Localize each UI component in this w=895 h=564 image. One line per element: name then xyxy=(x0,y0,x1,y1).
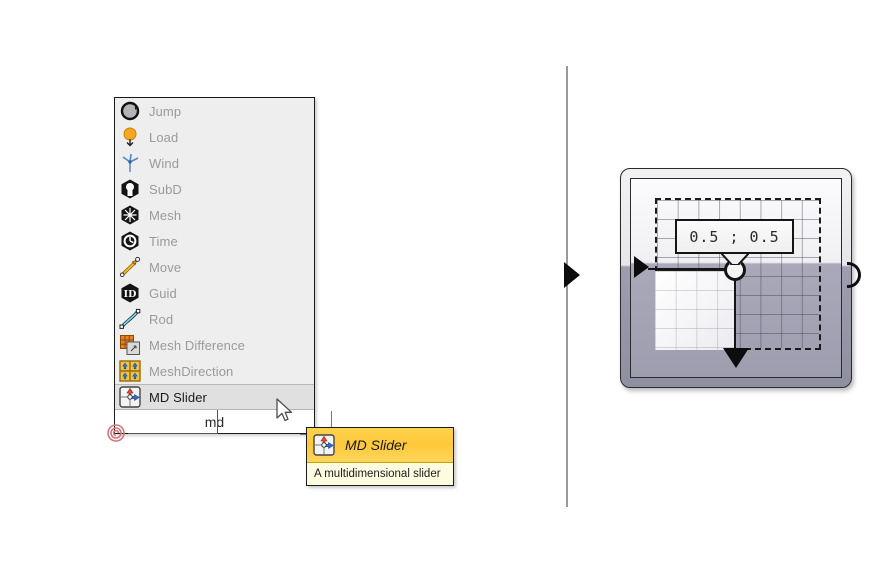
component-search-popup[interactable]: Jump Load Wind SubD Mesh Time Move ID Gu… xyxy=(114,97,315,410)
tooltip-title: MD Slider xyxy=(345,437,407,453)
component-tooltip: MD Slider A multidimensional slider xyxy=(306,427,454,486)
tooltip-header: MD Slider xyxy=(307,428,453,463)
list-item-label: Mesh Difference xyxy=(149,337,245,353)
spiral-icon xyxy=(103,420,129,446)
mesh-difference-icon xyxy=(119,334,141,356)
list-item-label: Wind xyxy=(149,155,180,171)
load-icon xyxy=(119,126,141,148)
list-item-label: MD Slider xyxy=(149,389,207,405)
slider-handle-bottom-arrow-icon[interactable] xyxy=(723,348,749,368)
slider-value-grid xyxy=(655,271,734,350)
list-item-label: Load xyxy=(149,129,179,145)
list-item[interactable]: Load xyxy=(115,124,314,150)
output-connector-icon[interactable] xyxy=(847,262,861,288)
search-input-value: md xyxy=(204,413,225,430)
wind-icon xyxy=(119,152,141,174)
list-item-label: Move xyxy=(149,259,182,275)
svg-text:ID: ID xyxy=(124,289,137,300)
md-slider-icon xyxy=(313,434,335,456)
canvas-wire-stub-vertical xyxy=(217,410,218,434)
list-item[interactable]: Rod xyxy=(115,306,314,332)
tooltip-leader-line xyxy=(331,411,332,428)
move-icon xyxy=(119,256,141,278)
list-item[interactable]: Mesh Difference xyxy=(115,332,314,358)
tooltip-body: A multidimensional slider xyxy=(307,463,453,485)
slider-value-label: 0.5 ; 0.5 xyxy=(689,227,780,246)
list-item-label: Time xyxy=(149,233,178,249)
slider-handle-horizontal-line xyxy=(648,268,736,270)
time-icon xyxy=(119,230,141,252)
list-item-label: Jump xyxy=(149,103,182,119)
list-item[interactable]: SubD xyxy=(115,176,314,202)
tooltip-description: A multidimensional slider xyxy=(314,468,441,480)
jump-icon xyxy=(119,100,141,122)
list-item[interactable]: Move xyxy=(115,254,314,280)
input-connector-arrow-icon[interactable] xyxy=(634,256,649,278)
wire-direction-arrow-icon xyxy=(564,262,580,288)
md-slider-component[interactable]: 0.5 ; 0.5 xyxy=(620,168,852,388)
search-input[interactable]: md xyxy=(114,410,315,434)
list-item-md-slider[interactable]: MD Slider xyxy=(115,384,314,410)
list-item[interactable]: Jump xyxy=(115,98,314,124)
mesh-direction-icon xyxy=(119,360,141,382)
slider-value-bubble[interactable]: 0.5 ; 0.5 xyxy=(675,219,794,254)
list-item-label: Mesh xyxy=(149,207,182,223)
md-slider-icon xyxy=(119,386,141,408)
list-item[interactable]: ID Guid xyxy=(115,280,314,306)
slider-value-region xyxy=(655,269,736,350)
list-item[interactable]: Mesh xyxy=(115,202,314,228)
list-item[interactable]: Wind xyxy=(115,150,314,176)
rod-icon xyxy=(119,308,141,330)
guid-icon: ID xyxy=(119,282,141,304)
list-item[interactable]: MeshDirection xyxy=(115,358,314,384)
list-item-label: SubD xyxy=(149,181,182,197)
list-item[interactable]: Time xyxy=(115,228,314,254)
search-results-list[interactable]: Jump Load Wind SubD Mesh Time Move ID Gu… xyxy=(115,98,314,410)
subd-icon xyxy=(119,178,141,200)
mesh-icon xyxy=(119,204,141,226)
canvas-wire-stub xyxy=(128,433,218,434)
list-item-label: Rod xyxy=(149,311,174,327)
list-item-label: Guid xyxy=(149,285,177,301)
list-item-label: MeshDirection xyxy=(149,363,234,379)
